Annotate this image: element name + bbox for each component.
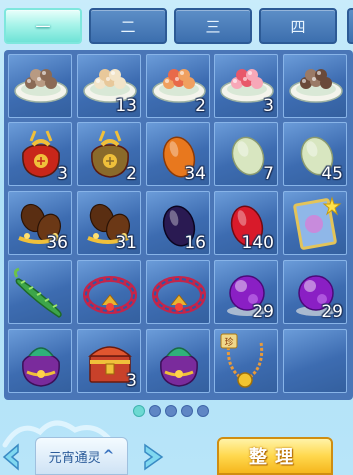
item-quantity: 29: [321, 302, 343, 322]
page-indicator: [133, 405, 209, 419]
page-dot[interactable]: [133, 405, 145, 417]
inventory-slot[interactable]: 7: [214, 122, 278, 186]
inventory-slot[interactable]: [8, 260, 72, 324]
page-dot[interactable]: [181, 405, 193, 417]
inventory-slot[interactable]: 3: [8, 122, 72, 186]
tangyuan-plate-brown-icon: [14, 69, 68, 103]
item-quantity: 45: [321, 164, 343, 184]
tab-label: 一: [35, 17, 51, 36]
chevron-up-icon: ^: [102, 448, 115, 464]
scroll-left-arrow-icon[interactable]: [0, 440, 22, 475]
item-quantity: 3: [126, 371, 137, 391]
item-quantity: 16: [184, 233, 206, 253]
purple-pouch-icon: [160, 347, 198, 387]
tab-page-4[interactable]: 四: [259, 8, 337, 44]
treasure-necklace-icon: 珍: [220, 333, 264, 388]
inventory-slot[interactable]: 29: [214, 260, 278, 324]
tab-page-2[interactable]: 二: [89, 8, 167, 44]
page-dot[interactable]: [197, 405, 209, 417]
star-card-icon: [293, 196, 342, 250]
item-quantity: 2: [126, 164, 137, 184]
tab-label: 三: [205, 17, 221, 36]
inventory-slot[interactable]: 36: [8, 191, 72, 255]
mode-button-label: 元宵通灵: [48, 450, 101, 466]
inventory-slot[interactable]: [146, 260, 210, 324]
inventory-slot[interactable]: 34: [146, 122, 210, 186]
inventory-slot[interactable]: 珍: [214, 329, 278, 393]
item-quantity: 140: [241, 233, 274, 253]
ornate-headband-icon: [152, 276, 206, 314]
sort-inventory-button[interactable]: 整理: [217, 437, 333, 475]
page-dot[interactable]: [165, 405, 177, 417]
inventory-slot[interactable]: [8, 329, 72, 393]
inventory-slot[interactable]: [283, 191, 347, 255]
inventory-slot[interactable]: 2: [77, 122, 141, 186]
inventory-slot[interactable]: [283, 54, 347, 118]
svg-text:珍: 珍: [224, 336, 233, 348]
item-quantity: 3: [263, 96, 274, 116]
inventory-slot[interactable]: 3: [214, 54, 278, 118]
tangyuan-plate-dark-icon: [289, 69, 343, 103]
inventory-slot[interactable]: 13: [77, 54, 141, 118]
inventory-slot[interactable]: 45: [283, 122, 347, 186]
item-quantity: 29: [252, 302, 274, 322]
inventory-slot[interactable]: 3: [77, 329, 141, 393]
inventory-slot[interactable]: 140: [214, 191, 278, 255]
inventory-slot[interactable]: 2: [146, 54, 210, 118]
green-cucumber-icon: [13, 267, 62, 318]
tab-page-3[interactable]: 三: [174, 8, 252, 44]
tab-overflow-edge: [347, 8, 353, 44]
item-quantity: 31: [115, 233, 137, 253]
tab-label: 四: [290, 17, 306, 36]
item-quantity: 13: [115, 96, 137, 116]
inventory-slot[interactable]: 16: [146, 191, 210, 255]
sort-button-label: 整理: [249, 447, 301, 468]
bag-tab-bar: 一 二 三 四: [4, 8, 353, 44]
inventory-slot[interactable]: [8, 54, 72, 118]
inventory-slot[interactable]: [77, 260, 141, 324]
inventory-slot[interactable]: 29: [283, 260, 347, 324]
page-dot[interactable]: [149, 405, 161, 417]
inventory-grid: 13 2 3 3 2 34 7 45 36 31 16 140 29 29 3 …: [4, 50, 353, 400]
purple-pouch-icon: [22, 347, 60, 387]
item-quantity: 3: [57, 164, 68, 184]
item-quantity: 2: [195, 96, 206, 116]
inventory-slot[interactable]: [146, 329, 210, 393]
inventory-slot[interactable]: 31: [77, 191, 141, 255]
tab-page-1[interactable]: 一: [4, 8, 82, 44]
item-quantity: 7: [263, 164, 274, 184]
tab-label: 二: [120, 17, 136, 36]
inventory-slot[interactable]: [283, 329, 347, 393]
yuanxiao-spirit-toggle-button[interactable]: 元宵通灵 ^: [35, 437, 128, 475]
scroll-right-arrow-icon[interactable]: [140, 440, 170, 475]
ornate-headband-icon: [83, 276, 137, 314]
item-quantity: 34: [184, 164, 206, 184]
item-quantity: 36: [46, 233, 68, 253]
